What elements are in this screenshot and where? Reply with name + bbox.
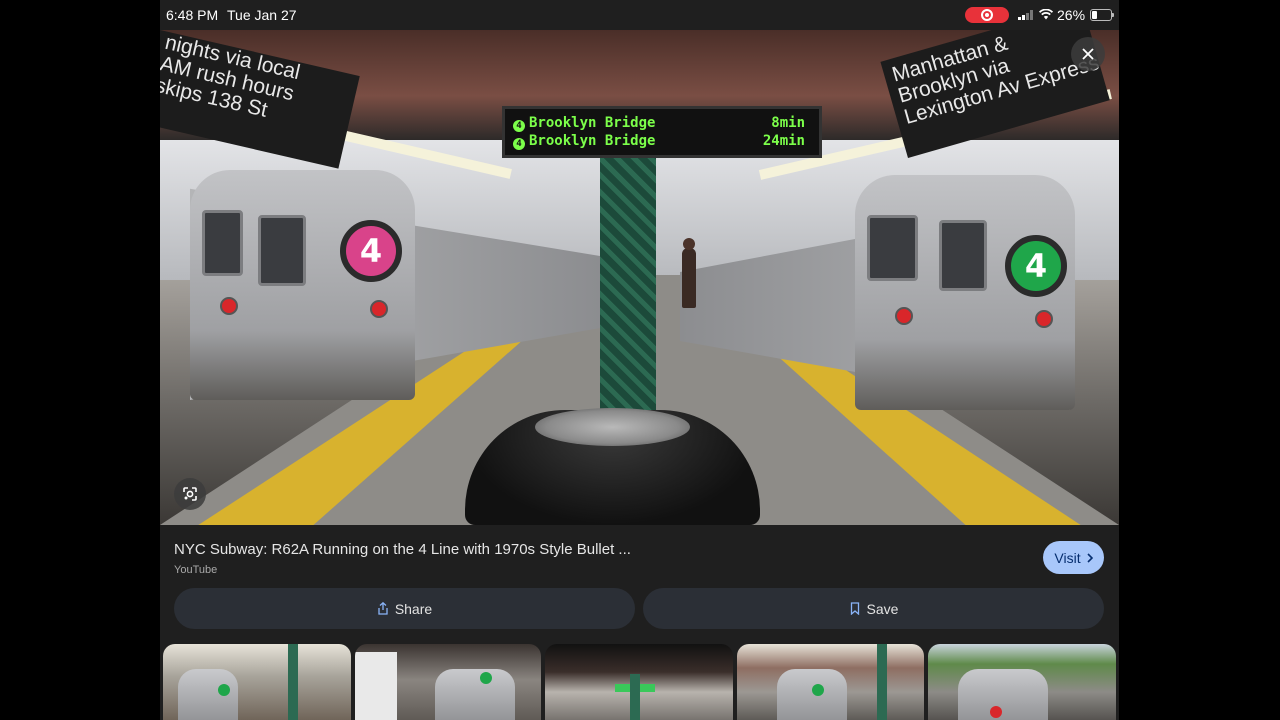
photo-green-column xyxy=(600,150,656,450)
save-button[interactable]: Save xyxy=(643,588,1104,629)
battery-percent: 26% xyxy=(1057,7,1086,23)
train-marker-lamp xyxy=(370,300,388,318)
photo-trash-can-rim xyxy=(535,408,690,446)
right-train-route-number: 4 xyxy=(1024,247,1048,285)
status-date: Tue Jan 27 xyxy=(227,7,297,23)
related-image-thumbnail[interactable] xyxy=(928,644,1116,720)
train-marker-lamp xyxy=(220,297,238,315)
related-image-thumbnail[interactable] xyxy=(355,644,541,720)
close-button[interactable] xyxy=(1071,37,1105,71)
left-train-route-number: 4 xyxy=(359,232,383,270)
result-source: YouTube xyxy=(174,564,218,576)
chevron-right-icon xyxy=(1087,552,1093,563)
share-icon xyxy=(378,602,388,615)
countdown-row: 4 Brooklyn Bridge 8min xyxy=(513,115,805,133)
photo-person xyxy=(682,238,696,308)
train-window xyxy=(202,210,243,276)
related-image-thumbnail[interactable] xyxy=(163,644,351,720)
google-image-viewer-screen: 6:48 PM Tue Jan 27 26% 4 4 nights via lo… xyxy=(160,0,1119,720)
train-marker-lamp xyxy=(895,307,913,325)
bookmark-icon xyxy=(850,602,859,615)
train-door-window xyxy=(939,220,987,291)
status-time: 6:48 PM xyxy=(166,7,219,23)
train-window xyxy=(867,215,918,281)
main-image[interactable]: 4 4 nights via local AM rush hours skips… xyxy=(160,30,1119,525)
photo-countdown-clock: 4 Brooklyn Bridge 8min 4 Brooklyn Bridge 2… xyxy=(502,106,822,158)
visit-button[interactable]: Visit xyxy=(1043,541,1104,574)
related-image-thumbnail[interactable] xyxy=(737,644,924,720)
photo-train-left-front: 4 xyxy=(190,170,415,400)
save-button-label: Save xyxy=(866,600,899,617)
countdown-destination: Brooklyn Bridge xyxy=(529,115,656,131)
photo-train-right-front: 4 xyxy=(855,175,1075,410)
train-door-window xyxy=(258,215,306,286)
right-train-route-bullet: 4 xyxy=(1005,235,1067,297)
train-marker-lamp xyxy=(1035,310,1053,328)
status-bar: 6:48 PM Tue Jan 27 26% xyxy=(160,0,1119,30)
share-button-label: Share xyxy=(394,600,433,617)
screen-record-icon[interactable] xyxy=(965,7,1009,23)
left-train-route-bullet: 4 xyxy=(340,220,402,282)
countdown-destination: Brooklyn Bridge xyxy=(529,133,656,149)
close-icon xyxy=(1082,48,1094,60)
lens-icon xyxy=(183,487,197,501)
countdown-time: 8min xyxy=(771,115,805,131)
battery-icon xyxy=(1090,9,1114,21)
countdown-row: 4 Brooklyn Bridge 24min xyxy=(513,133,805,151)
google-lens-button[interactable] xyxy=(174,478,206,510)
countdown-time: 24min xyxy=(762,133,805,149)
result-title[interactable]: NYC Subway: R62A Running on the 4 Line w… xyxy=(174,541,934,558)
cellular-signal-icon xyxy=(1018,10,1033,20)
route-bullet: 4 xyxy=(513,120,525,132)
wifi-icon xyxy=(1039,9,1053,20)
share-button[interactable]: Share xyxy=(174,588,635,629)
related-image-thumbnail[interactable] xyxy=(545,644,733,720)
visit-button-label: Visit xyxy=(1054,549,1081,566)
route-bullet: 4 xyxy=(513,138,525,150)
